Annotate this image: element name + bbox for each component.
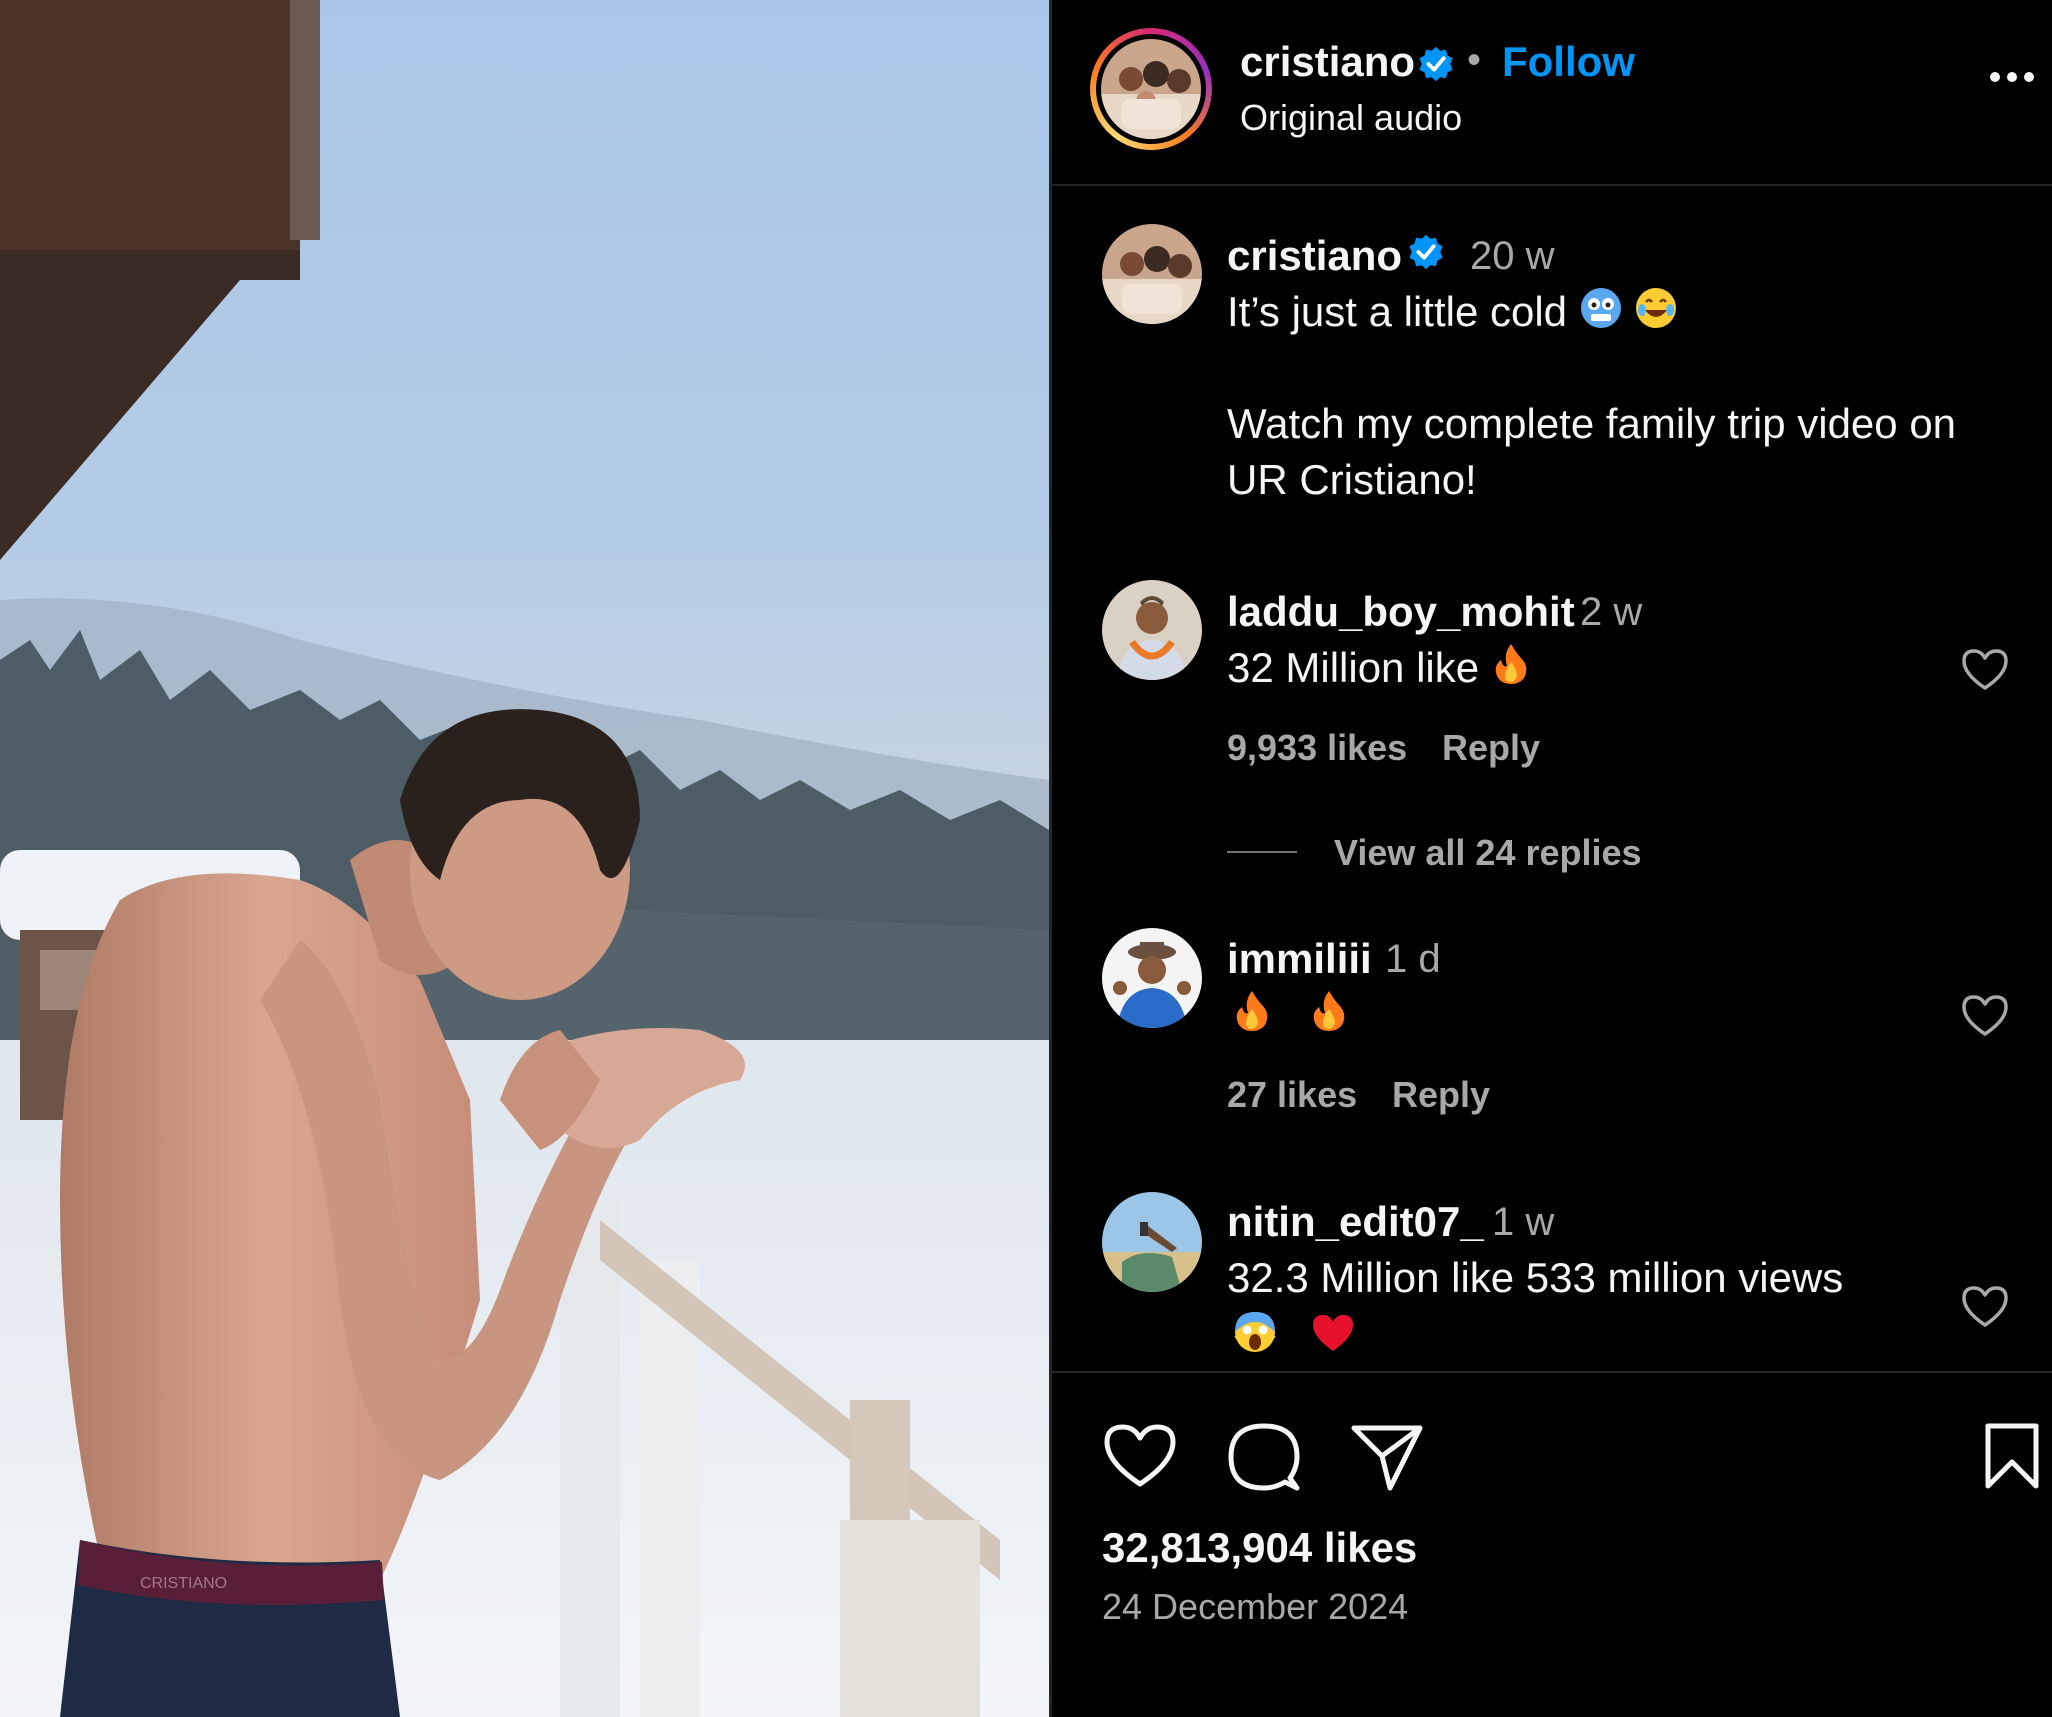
svg-text:CRISTIANO: CRISTIANO bbox=[140, 1575, 227, 1592]
avatar[interactable] bbox=[1101, 39, 1201, 139]
reply-button[interactable]: Reply bbox=[1442, 727, 1540, 769]
comment-time[interactable]: 2 w bbox=[1580, 590, 1642, 635]
video-frame: CRISTIANO bbox=[0, 0, 1049, 1717]
comment-like-heart-icon[interactable] bbox=[1960, 992, 2010, 1038]
laughing-tears-emoji-icon bbox=[1634, 286, 1678, 344]
save-bookmark-icon[interactable] bbox=[1982, 1422, 2042, 1492]
reply-button[interactable]: Reply bbox=[1392, 1074, 1490, 1116]
comment-time[interactable]: 1 w bbox=[1492, 1200, 1554, 1245]
view-replies-line bbox=[1227, 851, 1297, 853]
screaming-face-emoji-icon bbox=[1232, 1310, 1278, 1368]
comment-text: 32 Million like bbox=[1227, 640, 1531, 700]
red-heart-emoji-icon bbox=[1311, 1311, 1355, 1367]
post-date[interactable]: 24 December 2024 bbox=[1102, 1586, 1408, 1628]
commenter-avatar[interactable] bbox=[1102, 928, 1202, 1028]
caption-time[interactable]: 20 w bbox=[1470, 234, 1555, 279]
comment-like-count[interactable]: 27 likes bbox=[1227, 1074, 1357, 1116]
commenter-avatar[interactable] bbox=[1102, 1192, 1202, 1292]
comment-emoji-line bbox=[1232, 1308, 1355, 1368]
fire-emoji-icon bbox=[1232, 989, 1272, 1047]
comment-time[interactable]: 1 d bbox=[1385, 937, 1441, 982]
post-header: cristiano • Follow Original audio bbox=[1052, 0, 2052, 186]
comment-username[interactable]: nitin_edit07_ bbox=[1227, 1198, 1484, 1246]
verified-badge-icon bbox=[1419, 46, 1453, 82]
comment-username[interactable]: laddu_boy_mohit bbox=[1227, 588, 1575, 636]
post-video[interactable]: CRISTIANO bbox=[0, 0, 1049, 1717]
cold-face-emoji-icon bbox=[1579, 286, 1623, 344]
caption-username[interactable]: cristiano bbox=[1227, 232, 1402, 280]
post-likes-count[interactable]: 32,813,904 likes bbox=[1102, 1524, 1417, 1572]
audio-link[interactable]: Original audio bbox=[1240, 97, 1462, 139]
actions-divider bbox=[1052, 1371, 2052, 1373]
view-all-replies-link[interactable]: View all 24 replies bbox=[1334, 832, 1642, 874]
comment-username[interactable]: immiliii bbox=[1227, 935, 1372, 983]
comment-like-heart-icon[interactable] bbox=[1960, 646, 2010, 692]
header-separator: • bbox=[1467, 38, 1482, 82]
follow-button[interactable]: Follow bbox=[1502, 38, 1635, 86]
caption-avatar[interactable] bbox=[1102, 224, 1202, 324]
verified-badge-icon bbox=[1409, 234, 1443, 270]
like-heart-icon[interactable] bbox=[1102, 1422, 1178, 1490]
comment-bubble-icon[interactable] bbox=[1227, 1420, 1301, 1494]
story-ring[interactable] bbox=[1090, 28, 1212, 150]
caption-line-3: UR Cristiano! bbox=[1227, 456, 1477, 503]
more-options-icon[interactable] bbox=[1982, 62, 2042, 92]
fire-emoji-icon bbox=[1491, 642, 1531, 700]
commenter-avatar[interactable] bbox=[1102, 580, 1202, 680]
post-sidebar: cristiano • Follow Original audio cristi… bbox=[1052, 0, 2052, 1717]
share-send-icon[interactable] bbox=[1350, 1422, 1424, 1492]
caption-line-2: Watch my complete family trip video on bbox=[1227, 400, 1957, 447]
comment-text bbox=[1232, 987, 1349, 1047]
fire-emoji-icon bbox=[1309, 989, 1349, 1047]
header-username[interactable]: cristiano bbox=[1240, 38, 1415, 86]
comment-like-heart-icon[interactable] bbox=[1960, 1283, 2010, 1329]
comment-like-count[interactable]: 9,933 likes bbox=[1227, 727, 1407, 769]
comment-text: 32.3 Million like 533 million views bbox=[1227, 1254, 1844, 1301]
caption-line-1: It’s just a little cold bbox=[1227, 284, 1678, 344]
header-divider bbox=[1052, 184, 2052, 186]
